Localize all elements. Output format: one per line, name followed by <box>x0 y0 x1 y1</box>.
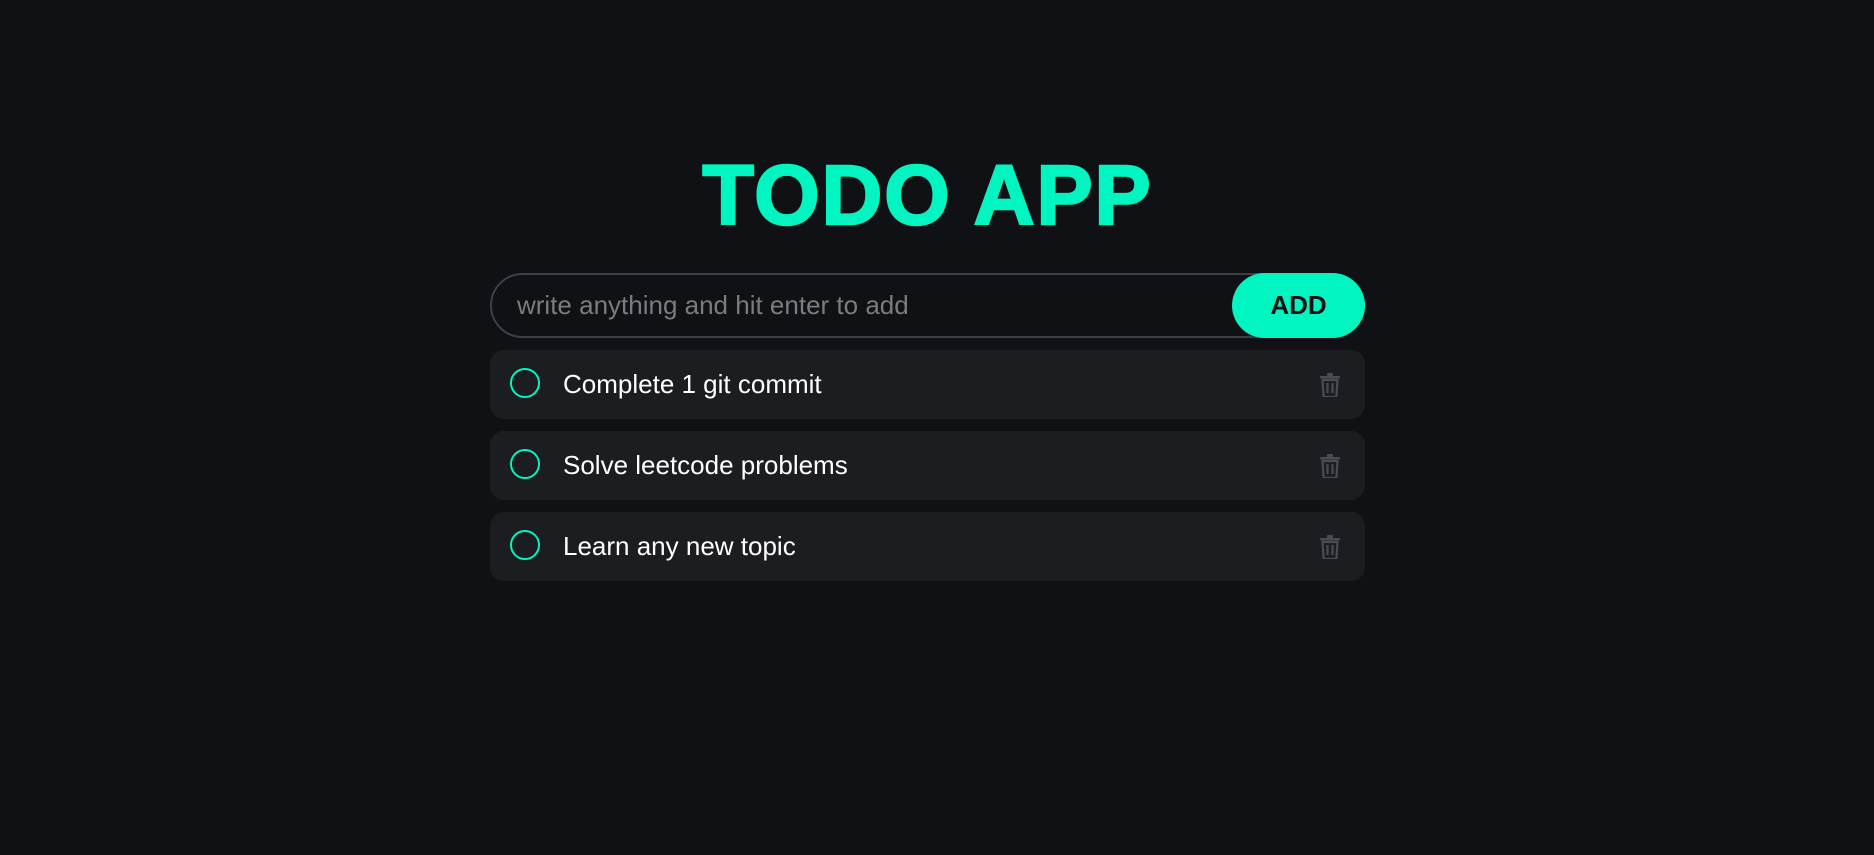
delete-button[interactable] <box>1317 371 1343 399</box>
complete-checkbox[interactable] <box>510 530 540 560</box>
todo-item: Learn any new topic <box>490 512 1365 581</box>
todo-text: Solve leetcode problems <box>563 450 848 480</box>
trash-icon <box>1320 373 1340 397</box>
delete-button[interactable] <box>1317 533 1343 561</box>
todo-list: Complete 1 git commit Solve leetcode pro… <box>490 350 1365 593</box>
add-todo-form: ADD <box>490 273 1365 338</box>
complete-checkbox[interactable] <box>510 368 540 398</box>
todo-text: Complete 1 git commit <box>563 369 822 399</box>
todo-text: Learn any new topic <box>563 531 796 561</box>
add-button[interactable]: ADD <box>1232 273 1365 338</box>
page-title: TODO APP <box>701 148 1153 242</box>
todo-item: Solve leetcode problems <box>490 431 1365 500</box>
complete-checkbox[interactable] <box>510 449 540 479</box>
delete-button[interactable] <box>1317 452 1343 480</box>
trash-icon <box>1320 535 1340 559</box>
todo-item: Complete 1 git commit <box>490 350 1365 419</box>
trash-icon <box>1320 454 1340 478</box>
